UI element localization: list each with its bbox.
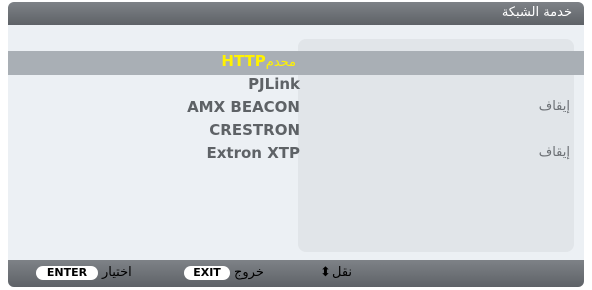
menu-item-value: إيقاف [538,99,570,114]
network-service-menu: خدمة الشبكة HTTPمحدم PJLink AMX BEACON إ… [8,2,584,287]
enter-key: ENTER [36,266,98,280]
exit-key: EXIT [184,266,230,280]
menu-item-label: HTTPمحدم [221,52,296,70]
menu-item-label: CRESTRON [209,121,300,139]
exit-hint[interactable]: EXIT خروج [184,265,324,283]
move-label: نقل [332,265,353,280]
up-down-arrow-icon: ⬍ [320,265,331,280]
menu-item-label: AMX BEACON [187,98,300,116]
menu-item-amx-beacon[interactable]: AMX BEACON إيقاف [8,97,584,121]
footer-bar: ENTER اختيار EXIT خروج ⬍ نقل [8,260,584,287]
menu-item-http[interactable]: HTTPمحدم [8,51,584,75]
enter-hint[interactable]: ENTER اختيار [36,265,196,283]
menu-item-extron-xtp[interactable]: Extron XTP إيقاف [8,143,584,167]
admin-suffix: محدم [265,55,296,70]
menu-item-value: إيقاف [538,145,570,160]
move-hint: ⬍ نقل [320,265,400,283]
menu-item-pjlink[interactable]: PJLink [8,74,584,98]
title-bar: خدمة الشبكة [8,2,584,25]
exit-label: خروج [234,265,264,280]
enter-label: اختيار [102,265,132,280]
menu-item-label: PJLink [248,75,300,93]
menu-item-label: Extron XTP [206,144,301,162]
menu-title: خدمة الشبكة [501,5,572,20]
menu-item-crestron[interactable]: CRESTRON [8,120,584,144]
